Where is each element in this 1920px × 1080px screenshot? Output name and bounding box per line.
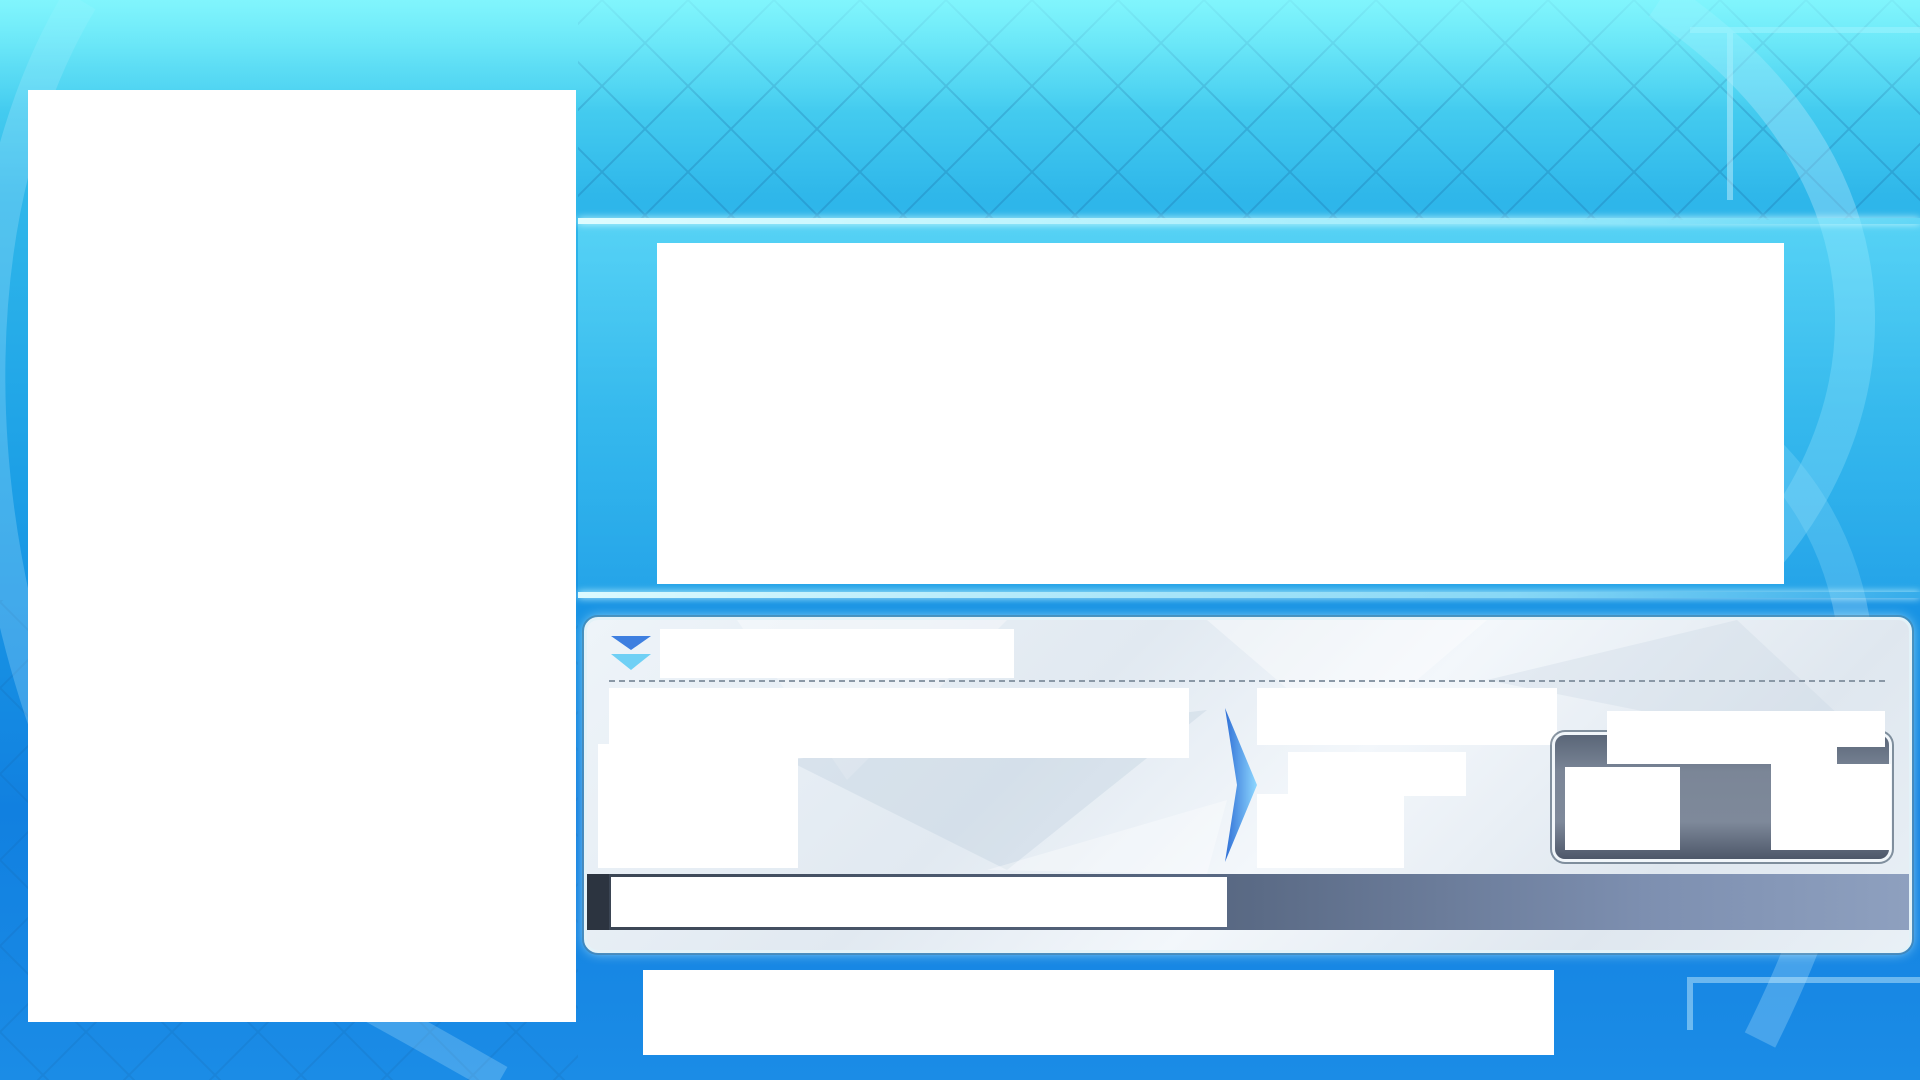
current-value-line-2 [598,744,798,868]
double-chevron-down-icon [611,636,651,670]
item-slot-right-value [1771,764,1891,850]
footer-text-box [611,877,1227,927]
item-slot[interactable] [1555,735,1891,859]
card-footer-bar [587,874,1909,930]
next-value-line-3 [1257,794,1404,868]
chevron-right-icon [1225,708,1257,862]
game-screen [0,0,1920,1080]
footer-cap [587,874,609,930]
slot-title-box [1607,711,1885,747]
item-slot-left-value [1565,767,1680,850]
current-value-underline [798,754,878,758]
next-value-line-2 [1288,752,1466,796]
card-header-label [660,629,1014,678]
glow-line-top [578,218,1920,224]
left-panel [28,90,576,1022]
glow-line-bottom [578,592,1920,598]
bottom-message-box[interactable] [643,970,1554,1055]
main-panel [657,243,1784,584]
next-value-line-1 [1257,688,1557,745]
detail-card [584,617,1912,953]
card-divider [609,680,1885,682]
